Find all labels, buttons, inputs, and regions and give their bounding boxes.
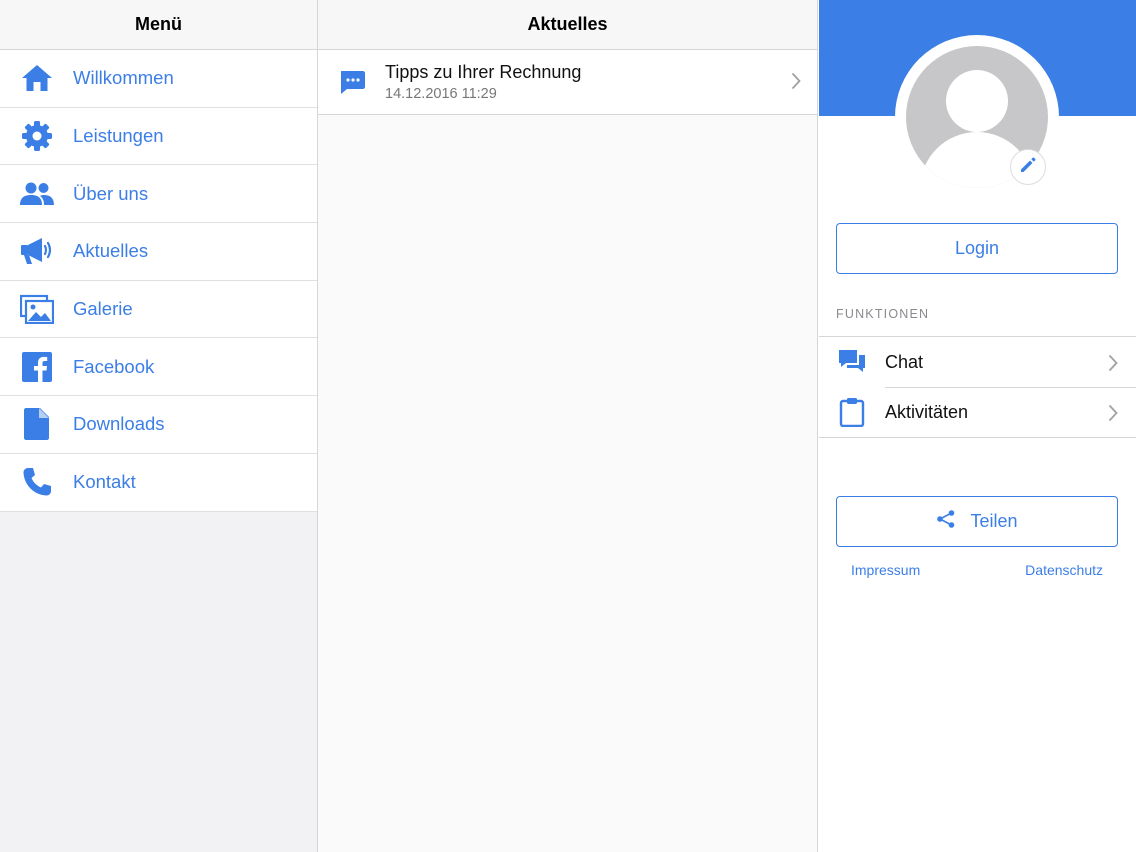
menu-item-label: Über uns	[73, 182, 149, 204]
section-label-funktionen: FUNKTIONEN	[836, 307, 930, 321]
menu-item-label: Willkommen	[73, 67, 174, 89]
menu-item-label: Facebook	[73, 355, 155, 377]
menu-list: Willkommen Leistungen Über uns Aktuelles…	[0, 50, 317, 512]
news-title: Aktuelles	[318, 0, 817, 50]
gear-icon	[19, 118, 55, 154]
menu-item-label: Downloads	[73, 413, 165, 435]
menu-item-leistungen[interactable]: Leistungen	[0, 108, 317, 166]
menu-item-label: Kontakt	[73, 471, 136, 493]
clipboard-icon	[837, 397, 867, 427]
avatar-head	[946, 70, 1008, 132]
gallery-icon	[19, 291, 55, 327]
menu-item-label: Galerie	[73, 298, 133, 320]
document-icon	[19, 406, 55, 442]
news-item-title: Tipps zu Ihrer Rechnung	[385, 62, 582, 82]
news-item[interactable]: Tipps zu Ihrer Rechnung 14.12.2016 11:29	[318, 50, 817, 115]
app: Menü Willkommen Leistungen Über uns Aktu…	[0, 0, 1136, 852]
function-item-label: Aktivitäten	[885, 401, 969, 422]
share-button[interactable]: Teilen	[836, 496, 1118, 547]
impressum-link[interactable]: Impressum	[851, 562, 920, 578]
menu-item-label: Leistungen	[73, 125, 164, 147]
pencil-icon	[1019, 156, 1037, 179]
news-item-text: Tipps zu Ihrer Rechnung 14.12.2016 11:29	[385, 62, 581, 102]
datenschutz-link[interactable]: Datenschutz	[1025, 562, 1103, 578]
menu-item-galerie[interactable]: Galerie	[0, 281, 317, 339]
menu-item-ueber-uns[interactable]: Über uns	[0, 165, 317, 224]
news-column: Aktuelles Tipps zu Ihrer Rechnung 14.12.…	[318, 0, 818, 852]
people-icon	[19, 176, 55, 212]
menu-item-label: Aktuelles	[73, 240, 149, 262]
facebook-icon	[19, 349, 55, 385]
login-button[interactable]: Login	[836, 223, 1118, 274]
chevron-right-icon	[791, 72, 801, 95]
megaphone-icon	[19, 233, 55, 269]
menu-item-willkommen[interactable]: Willkommen	[0, 50, 317, 108]
functions-list: Chat Aktivitäten	[819, 336, 1136, 438]
chevron-right-icon	[1108, 354, 1118, 377]
chevron-right-icon	[1108, 404, 1118, 427]
menu-title: Menü	[0, 0, 317, 50]
share-icon	[936, 509, 970, 534]
edit-avatar-button[interactable]	[1010, 149, 1046, 185]
share-button-label: Teilen	[970, 511, 1018, 531]
function-item-aktivitaeten[interactable]: Aktivitäten	[819, 387, 1136, 437]
home-icon	[19, 60, 55, 96]
function-item-label: Chat	[885, 351, 924, 372]
chat-icon	[837, 347, 867, 377]
message-icon	[338, 68, 366, 96]
menu-item-aktuelles[interactable]: Aktuelles	[0, 223, 317, 281]
news-item-date: 14.12.2016 11:29	[385, 86, 497, 102]
menu-column: Menü Willkommen Leistungen Über uns Aktu…	[0, 0, 318, 852]
function-item-chat[interactable]: Chat	[819, 337, 1136, 387]
phone-icon	[19, 464, 55, 500]
menu-item-facebook[interactable]: Facebook	[0, 338, 317, 397]
profile-column: Login FUNKTIONEN Chat Aktivitäten Teilen…	[819, 0, 1136, 852]
menu-item-downloads[interactable]: Downloads	[0, 396, 317, 454]
menu-item-kontakt[interactable]: Kontakt	[0, 454, 317, 512]
